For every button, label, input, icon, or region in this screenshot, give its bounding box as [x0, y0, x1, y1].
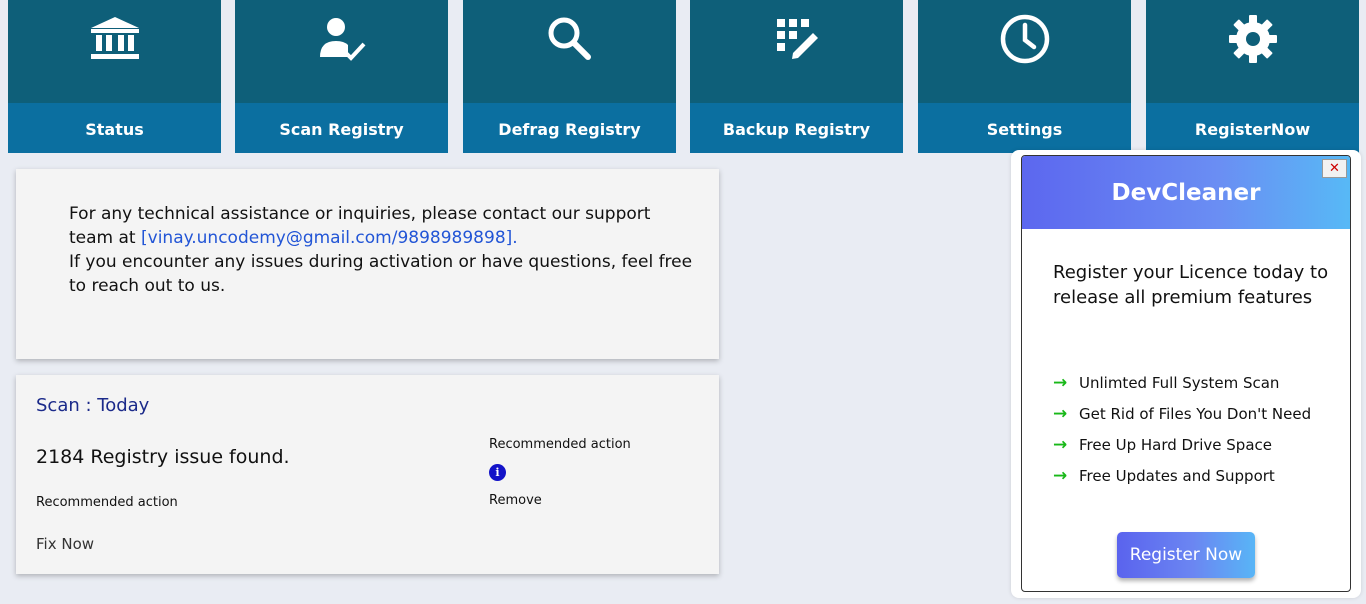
popup-header: DevCleaner — [1022, 156, 1350, 229]
nav-backup-registry-label: Backup Registry — [690, 103, 903, 153]
arrow-right-icon: → — [1053, 434, 1068, 455]
close-button[interactable]: ✕ — [1322, 159, 1347, 178]
feature-list: → Unlimted Full System Scan → Get Rid of F… — [1053, 367, 1311, 491]
nav-scan-registry-label: Scan Registry — [235, 103, 448, 153]
feature-label: Free Updates and Support — [1079, 466, 1275, 485]
recommended-action-label-right: Recommended action — [489, 437, 631, 452]
nav-defrag-registry[interactable]: Defrag Registry — [463, 0, 676, 153]
recommended-action-label: Recommended action — [36, 495, 178, 510]
nav-settings[interactable]: Settings — [918, 0, 1131, 153]
nav-register-now-label: RegisterNow — [1146, 103, 1359, 153]
scan-title: Scan : Today — [36, 395, 150, 416]
nav-settings-label: Settings — [918, 103, 1131, 153]
register-now-button[interactable]: Register Now — [1117, 532, 1255, 578]
top-navigation: Status Scan Registry Defrag Registry Bac… — [0, 0, 1366, 153]
nav-scan-registry[interactable]: Scan Registry — [235, 0, 448, 153]
bank-icon — [87, 11, 143, 71]
list-item: → Unlimted Full System Scan — [1053, 367, 1311, 398]
user-check-icon — [314, 11, 370, 71]
feature-label: Free Up Hard Drive Space — [1079, 435, 1273, 454]
gear-icon — [1225, 11, 1281, 71]
arrow-right-icon: → — [1053, 465, 1068, 486]
register-popup-panel: DevCleaner ✕ Register your Licence today… — [1021, 155, 1351, 592]
clock-icon — [997, 11, 1053, 71]
nav-status-label: Status — [8, 103, 221, 153]
search-icon — [542, 11, 598, 71]
nav-defrag-registry-label: Defrag Registry — [463, 103, 676, 153]
remove-button[interactable]: Remove — [489, 493, 542, 508]
support-contact-link[interactable]: [vinay.uncodemy@gmail.com/9898989898]. — [141, 228, 518, 248]
arrow-right-icon: → — [1053, 372, 1068, 393]
support-line-2: If you encounter any issues during activ… — [69, 252, 693, 296]
list-item: → Get Rid of Files You Don't Need — [1053, 398, 1311, 429]
nav-status[interactable]: Status — [8, 0, 221, 153]
grid-edit-icon — [769, 11, 825, 71]
feature-label: Get Rid of Files You Don't Need — [1079, 404, 1312, 423]
list-item: → Free Updates and Support — [1053, 460, 1311, 491]
register-popup: DevCleaner ✕ Register your Licence today… — [1011, 150, 1361, 598]
close-icon: ✕ — [1329, 161, 1340, 176]
nav-register-now[interactable]: RegisterNow — [1146, 0, 1359, 153]
info-icon[interactable]: i — [489, 464, 506, 481]
arrow-right-icon: → — [1053, 403, 1068, 424]
support-message: For any technical assistance or inquirie… — [69, 202, 699, 298]
scan-issues-count: 2184 Registry issue found. — [36, 446, 290, 468]
feature-label: Unlimted Full System Scan — [1079, 373, 1280, 392]
fix-now-button[interactable]: Fix Now — [36, 535, 94, 553]
nav-backup-registry[interactable]: Backup Registry — [690, 0, 903, 153]
list-item: → Free Up Hard Drive Space — [1053, 429, 1311, 460]
popup-title: DevCleaner — [1111, 179, 1261, 206]
scan-card: Scan : Today 2184 Registry issue found. … — [16, 375, 719, 574]
support-card: For any technical assistance or inquirie… — [16, 169, 719, 359]
popup-description: Register your Licence today to release a… — [1053, 262, 1329, 308]
